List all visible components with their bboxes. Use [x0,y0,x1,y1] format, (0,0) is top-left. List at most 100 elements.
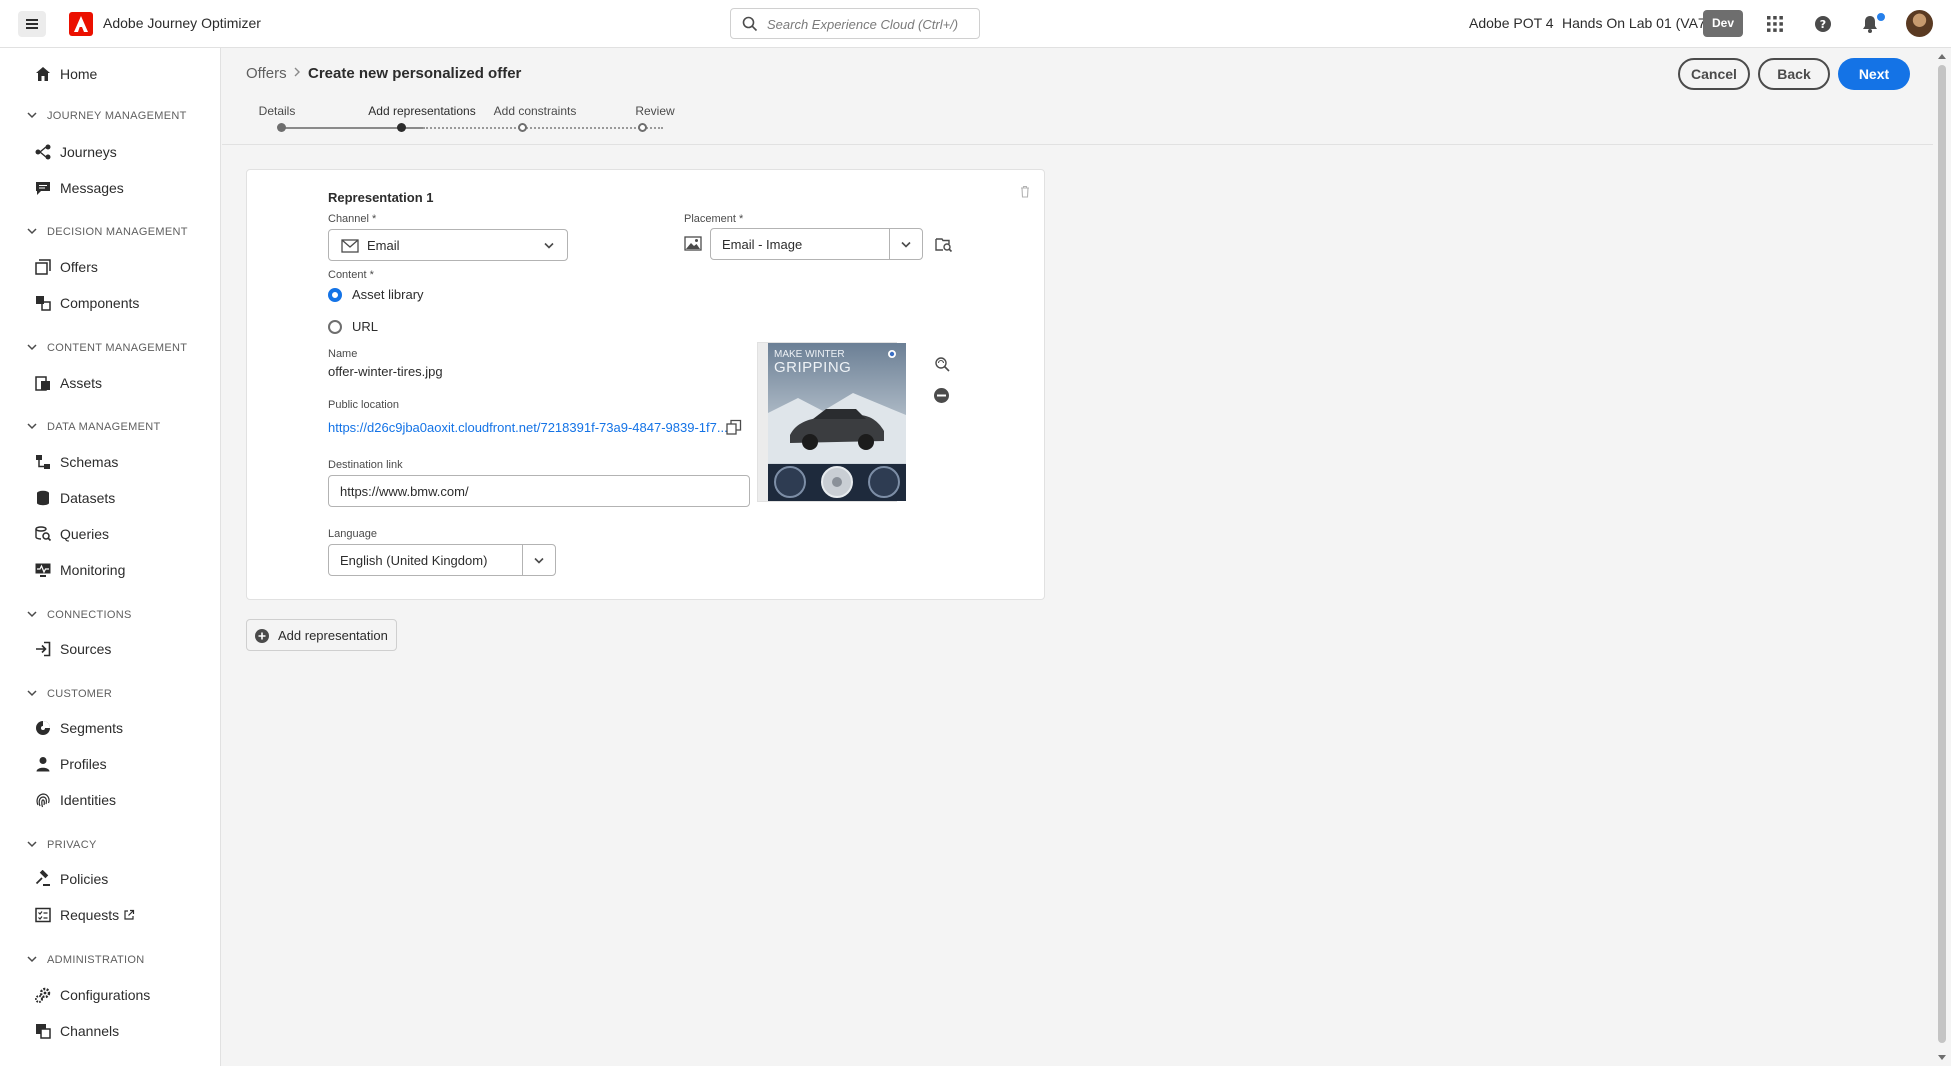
app-title[interactable]: Adobe Journey Optimizer [103,15,261,31]
adobe-logo[interactable] [69,12,93,36]
section-heading: ADMINISTRATION [47,954,145,966]
user-icon [36,757,50,772]
chevron-right-icon [294,67,300,77]
asset-thumbnail[interactable]: MAKE WINTER GRIPPING [757,342,906,502]
placement-value: Email - Image [722,237,803,252]
sidebar-item-label: Identities [60,792,117,808]
section-heading: DECISION MANAGEMENT [47,226,188,238]
section-data-management[interactable]: DATA MANAGEMENT [0,417,221,437]
remove-asset-icon[interactable] [933,387,950,404]
language-dropdown[interactable]: English (United Kingdom) [328,544,556,576]
chevron-down-icon [27,841,37,848]
step-details[interactable]: Details [242,104,312,118]
public-location-link[interactable]: https://d26c9jba0aoxit.cloudfront.net/72… [328,420,728,435]
section-decision-management[interactable]: DECISION MANAGEMENT [0,222,221,242]
sidebar-item-home[interactable]: Home [0,60,221,88]
channel-dropdown[interactable]: Email [328,229,568,261]
sandbox-switcher[interactable]: Hands On Lab 01 (VA7) [1562,15,1710,31]
sidebar-item-label: Queries [60,526,110,542]
sidebar-item-channels[interactable]: Channels [0,1017,221,1045]
help-icon[interactable]: ? [1811,12,1835,36]
sidebar-item-datasets[interactable]: Datasets [0,484,221,512]
sidebar-item-label: Policies [60,871,109,887]
section-heading: CUSTOMER [47,688,113,700]
sidebar-item-components[interactable]: Components [0,289,221,317]
search-input[interactable]: Search Experience Cloud (Ctrl+/) [730,8,980,39]
sidebar-item-label: Sources [60,641,112,657]
components-icon [36,296,51,311]
chevron-down-icon [27,956,37,963]
sidebar-item-label: Components [60,295,140,311]
assets-icon [35,376,50,391]
radio-asset-library[interactable] [328,288,342,302]
page-header: Offers Create new personalized offer Can… [222,49,1933,145]
radio-url[interactable] [328,320,342,334]
placement-dropdown[interactable]: Email - Image [710,228,923,260]
section-privacy[interactable]: PRIVACY [0,835,221,855]
sidebar-item-requests[interactable]: Requests [0,901,221,929]
back-button[interactable]: Back [1758,58,1830,90]
next-button[interactable]: Next [1838,58,1910,90]
org-switcher[interactable]: Adobe POT 4 [1469,15,1554,31]
scrollbar-thumb[interactable] [1938,65,1946,1043]
representation-card: Representation 1 Channel * Email Placeme… [246,169,1045,600]
destination-link-input[interactable]: https://www.bmw.com/ [328,475,750,507]
scroll-up-icon[interactable] [1938,53,1946,59]
external-link-icon [124,909,135,920]
sidebar-item-segments[interactable]: Segments [0,714,221,742]
segments-icon [36,721,50,735]
section-customer[interactable]: CUSTOMER [0,684,221,704]
apps-grid-icon[interactable] [1763,12,1787,36]
sidebar-item-label: Offers [60,259,98,275]
replace-asset-icon[interactable] [933,355,951,373]
sidebar-item-sources[interactable]: Sources [0,635,221,663]
step-add-representations[interactable]: Add representations [347,104,497,118]
step-add-constraints[interactable]: Add constraints [480,104,590,118]
chevron-down-icon [534,557,544,564]
page-title: Create new personalized offer [308,65,522,82]
chevron-down-icon [544,242,554,249]
copy-icon[interactable] [726,419,742,435]
sidebar-item-offers[interactable]: Offers [0,253,221,281]
sidebar-item-configurations[interactable]: Configurations [0,981,221,1009]
section-content-management[interactable]: CONTENT MANAGEMENT [0,338,221,358]
section-journey-management[interactable]: JOURNEY MANAGEMENT [0,106,221,126]
scroll-down-icon[interactable] [1938,1055,1946,1061]
avatar[interactable] [1906,10,1933,37]
destination-link-label: Destination link [328,459,403,471]
step-review[interactable]: Review [600,104,710,118]
section-connections[interactable]: CONNECTIONS [0,605,221,625]
sidebar-item-queries[interactable]: Queries [0,520,221,548]
sidebar-item-assets[interactable]: Assets [0,369,221,397]
scrollbar[interactable] [1933,49,1951,1066]
breadcrumb-offers[interactable]: Offers [246,65,287,82]
sidebar-item-schemas[interactable]: Schemas [0,448,221,476]
radio-asset-library-label[interactable]: Asset library [352,287,424,302]
section-administration[interactable]: ADMINISTRATION [0,950,221,970]
sidebar-item-messages[interactable]: Messages [0,174,221,202]
browse-placement-icon[interactable] [935,235,953,253]
menu-icon[interactable] [18,11,46,37]
chevron-down-icon [27,690,37,697]
section-heading: DATA MANAGEMENT [47,421,161,433]
chevron-down-icon [27,228,37,235]
sidebar-item-policies[interactable]: Policies [0,865,221,893]
chevron-down-icon [901,241,911,248]
cancel-button[interactable]: Cancel [1678,58,1750,90]
home-icon [36,67,50,81]
language-label: Language [328,528,377,540]
sidebar-item-identities[interactable]: Identities [0,786,221,814]
fingerprint-icon [36,793,50,808]
public-location-label: Public location [328,399,399,411]
gears-icon [35,987,51,1003]
radio-url-label[interactable]: URL [352,319,378,334]
trash-icon[interactable] [1019,185,1031,198]
search-icon [742,16,758,32]
representation-title: Representation 1 [328,190,434,205]
sidebar-item-journeys[interactable]: Journeys [0,138,221,166]
add-representation-button[interactable]: Add representation [246,619,397,651]
sidebar-item-profiles[interactable]: Profiles [0,750,221,778]
destination-link-value: https://www.bmw.com/ [340,484,469,499]
language-value: English (United Kingdom) [340,553,488,568]
sidebar-item-monitoring[interactable]: Monitoring [0,556,221,584]
